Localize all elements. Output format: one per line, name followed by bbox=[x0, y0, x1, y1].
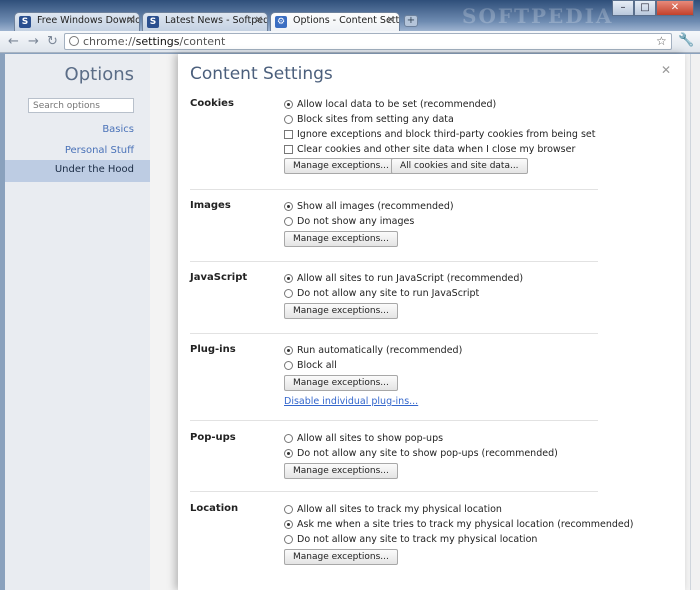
url-scheme: chrome:// bbox=[83, 35, 136, 48]
radio-icon bbox=[284, 217, 293, 226]
images-manage-exceptions-button[interactable]: Manage exceptions... bbox=[284, 231, 398, 247]
section-title: Images bbox=[190, 200, 231, 211]
radio-selected-icon bbox=[284, 520, 293, 529]
tab-free-windows-downloads[interactable]: S Free Windows Download... ✕ bbox=[14, 12, 140, 31]
tab-close-icon[interactable]: ✕ bbox=[387, 15, 395, 26]
reload-icon[interactable]: ↻ bbox=[47, 34, 58, 49]
location-ask-radio[interactable]: Ask me when a site tries to track my phy… bbox=[284, 519, 633, 530]
radio-icon bbox=[284, 115, 293, 124]
new-tab-button[interactable]: + bbox=[404, 15, 418, 27]
radio-selected-icon bbox=[284, 100, 293, 109]
content-settings-dialog: Content Settings ✕ Cookies Allow local d… bbox=[178, 54, 685, 590]
tab-title: Latest News - Softpedia bbox=[165, 15, 268, 26]
plugins-run-automatically-radio[interactable]: Run automatically (recommended) bbox=[284, 345, 462, 356]
maximize-button[interactable]: □ bbox=[634, 0, 656, 16]
location-manage-exceptions-button[interactable]: Manage exceptions... bbox=[284, 549, 398, 565]
tab-close-icon[interactable]: ✕ bbox=[255, 15, 263, 26]
radio-icon bbox=[284, 535, 293, 544]
section-title: Plug-ins bbox=[190, 344, 236, 355]
plugins-section: Plug-ins Run automatically (recommended)… bbox=[190, 333, 598, 420]
section-title: Cookies bbox=[190, 98, 234, 109]
wrench-menu-icon[interactable]: 🔧 bbox=[678, 33, 694, 48]
popups-allow-radio[interactable]: Allow all sites to show pop-ups bbox=[284, 433, 443, 444]
checkbox-icon bbox=[284, 145, 293, 154]
sidebar-item-personal-stuff[interactable]: Personal Stuff bbox=[65, 145, 134, 156]
radio-icon bbox=[284, 361, 293, 370]
window-controls: – □ ✕ bbox=[612, 0, 694, 16]
wrench-favicon-icon: ⚙ bbox=[275, 16, 287, 28]
tab-close-icon[interactable]: ✕ bbox=[127, 15, 135, 26]
all-cookies-and-site-data-button[interactable]: All cookies and site data... bbox=[391, 158, 528, 174]
checkbox-icon bbox=[284, 130, 293, 139]
url-host: settings bbox=[135, 35, 180, 48]
images-section: Images Show all images (recommended) Do … bbox=[190, 189, 598, 261]
radio-selected-icon bbox=[284, 274, 293, 283]
ignore-exceptions-checkbox[interactable]: Ignore exceptions and block third-party … bbox=[284, 129, 596, 140]
tab-title: Free Windows Download... bbox=[37, 15, 139, 26]
dialog-title: Content Settings bbox=[190, 64, 333, 84]
location-allow-radio[interactable]: Allow all sites to track my physical loc… bbox=[284, 504, 502, 515]
bookmark-star-icon[interactable]: ☆ bbox=[656, 34, 667, 48]
sidebar-item-under-the-hood[interactable]: Under the Hood bbox=[5, 160, 150, 182]
radio-icon bbox=[284, 505, 293, 514]
close-icon[interactable]: ✕ bbox=[661, 63, 671, 77]
javascript-manage-exceptions-button[interactable]: Manage exceptions... bbox=[284, 303, 398, 319]
radio-selected-icon bbox=[284, 449, 293, 458]
images-show-none-radio[interactable]: Do not show any images bbox=[284, 216, 414, 227]
minimize-button[interactable]: – bbox=[612, 0, 634, 16]
cookies-allow-radio[interactable]: Allow local data to be set (recommended) bbox=[284, 99, 496, 110]
forward-arrow-icon[interactable]: → bbox=[28, 34, 39, 49]
cookies-manage-exceptions-button[interactable]: Manage exceptions... bbox=[284, 158, 398, 174]
popups-section: Pop-ups Allow all sites to show pop-ups … bbox=[190, 420, 598, 491]
address-bar[interactable]: chrome://settings/content bbox=[64, 33, 672, 50]
options-sidebar: Options Basics Personal Stuff Under the … bbox=[5, 54, 150, 590]
url-path: /content bbox=[179, 35, 226, 48]
cookies-section: Cookies Allow local data to be set (reco… bbox=[190, 94, 598, 190]
location-section: Location Allow all sites to track my phy… bbox=[190, 491, 633, 581]
radio-selected-icon bbox=[284, 202, 293, 211]
popups-manage-exceptions-button[interactable]: Manage exceptions... bbox=[284, 463, 398, 479]
tab-strip: SOFTPEDIA S Free Windows Download... ✕ S… bbox=[0, 0, 700, 32]
javascript-block-radio[interactable]: Do not allow any site to run JavaScript bbox=[284, 288, 479, 299]
tab-latest-news[interactable]: S Latest News - Softpedia ✕ bbox=[142, 12, 268, 31]
section-title: Location bbox=[190, 503, 239, 514]
plugins-manage-exceptions-button[interactable]: Manage exceptions... bbox=[284, 375, 398, 391]
popups-block-radio[interactable]: Do not allow any site to show pop-ups (r… bbox=[284, 448, 558, 459]
softpedia-favicon-icon: S bbox=[19, 16, 31, 28]
radio-icon bbox=[284, 434, 293, 443]
tab-title: Options - Content Settings bbox=[293, 15, 400, 26]
page-info-icon[interactable] bbox=[69, 36, 79, 46]
tab-options-content-settings[interactable]: ⚙ Options - Content Settings ✕ bbox=[270, 12, 400, 32]
search-options-input[interactable] bbox=[28, 98, 134, 113]
softpedia-watermark: SOFTPEDIA bbox=[462, 4, 614, 28]
sidebar-item-basics[interactable]: Basics bbox=[102, 124, 134, 135]
sidebar-item-label: Under the Hood bbox=[54, 164, 134, 175]
radio-icon bbox=[284, 289, 293, 298]
location-block-radio[interactable]: Do not allow any site to track my physic… bbox=[284, 534, 537, 545]
images-show-all-radio[interactable]: Show all images (recommended) bbox=[284, 201, 454, 212]
browser-toolbar: ← → ↻ chrome://settings/content ☆ 🔧 bbox=[0, 31, 700, 53]
settings-page: Options Basics Personal Stuff Under the … bbox=[5, 54, 695, 590]
radio-selected-icon bbox=[284, 346, 293, 355]
cookies-block-radio[interactable]: Block sites from setting any data bbox=[284, 114, 454, 125]
disable-individual-plugins-link[interactable]: Disable individual plug-ins... bbox=[284, 396, 418, 407]
back-arrow-icon[interactable]: ← bbox=[8, 34, 19, 49]
softpedia-favicon-icon: S bbox=[147, 16, 159, 28]
section-title: JavaScript bbox=[190, 272, 248, 283]
clear-cookies-on-close-checkbox[interactable]: Clear cookies and other site data when I… bbox=[284, 144, 575, 155]
window-close-button[interactable]: ✕ bbox=[656, 0, 694, 16]
section-title: Pop-ups bbox=[190, 432, 236, 443]
options-title: Options bbox=[64, 64, 134, 85]
javascript-allow-radio[interactable]: Allow all sites to run JavaScript (recom… bbox=[284, 273, 523, 284]
javascript-section: JavaScript Allow all sites to run JavaSc… bbox=[190, 261, 598, 333]
page-scrollbar[interactable] bbox=[690, 54, 700, 590]
plugins-block-all-radio[interactable]: Block all bbox=[284, 360, 337, 371]
